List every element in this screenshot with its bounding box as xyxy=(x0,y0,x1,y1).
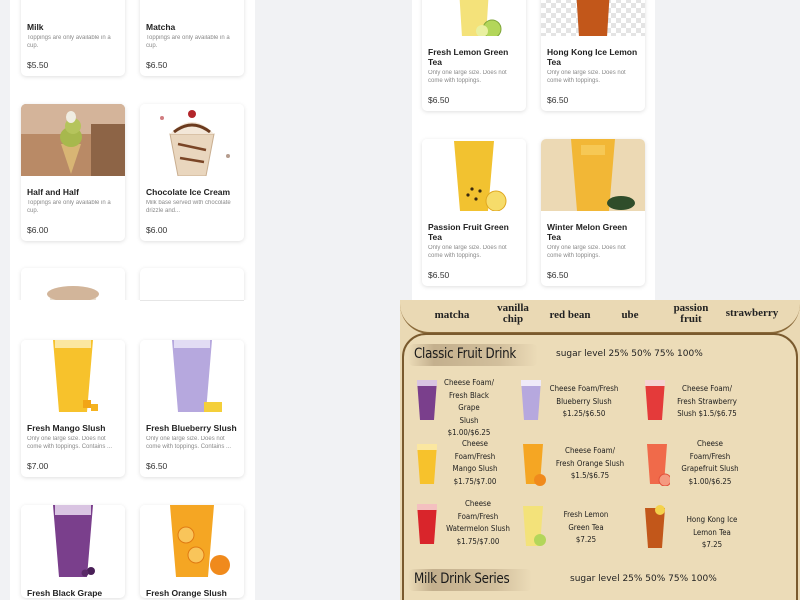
product-price: $5.50 xyxy=(27,60,49,70)
product-price: $6.50 xyxy=(146,461,168,471)
product-image-matcha xyxy=(140,0,244,11)
menu-item: Fresh Lemon Green Tea $7.25 xyxy=(563,510,609,544)
product-card-winter-melon-green-tea[interactable]: Winter Melon Green Tea Only one large si… xyxy=(541,139,645,286)
product-image-milk xyxy=(21,0,125,11)
product-image-fresh-blueberry-slush xyxy=(140,340,244,412)
menu-item: Cheese Foam/Fresh Orange Slush $1.5/$6.75 xyxy=(555,446,625,480)
product-image-fresh-black-grape xyxy=(21,505,125,577)
drink-cup-icon xyxy=(644,442,672,491)
topping-label: matcha xyxy=(434,309,470,321)
product-card-partial[interactable] xyxy=(140,268,244,300)
product-description: Only one large size. Does not come with … xyxy=(428,70,507,84)
menu-panel-slushes: Fresh Mango Slush Only one large size. D… xyxy=(0,300,400,600)
product-description: Only one large size. Does not come with … xyxy=(27,436,113,450)
section-title-milk-drink: Milk Drink Series xyxy=(414,571,510,587)
product-card-matcha[interactable]: Matcha Toppings are only available in a … xyxy=(140,0,244,76)
product-card-passion-fruit-green-tea[interactable]: Passion Fruit Green Tea Only one large s… xyxy=(422,139,526,286)
product-name: Hong Kong Ice Lemon Tea xyxy=(547,47,638,67)
product-price: $7.00 xyxy=(27,461,49,471)
product-description: Only one large size. Does not come with … xyxy=(547,245,626,259)
product-name: Matcha xyxy=(146,22,176,32)
menu-panel-fruit-tea: Fresh Lemon Green Tea Only one large siz… xyxy=(400,0,800,300)
product-image-winter-melon-green-tea xyxy=(541,139,645,211)
product-card-partial[interactable] xyxy=(21,268,125,300)
menu-item: Cheese Foam/Fresh Mango Slush $1.75/$7.00 xyxy=(452,439,498,486)
topping-label: vanilla chip xyxy=(497,302,529,325)
topping-label: red bean xyxy=(549,309,591,321)
product-card-fresh-mango-slush[interactable]: Fresh Mango Slush Only one large size. D… xyxy=(21,340,125,477)
product-card-hong-kong-ice-lemon-tea[interactable]: Hong Kong Ice Lemon Tea Only one large s… xyxy=(541,0,645,111)
product-name: Chocolate Ice Cream xyxy=(146,187,231,197)
product-price: $6.50 xyxy=(547,95,569,105)
product-name: Fresh Orange Slush xyxy=(146,588,227,598)
menu-item: Cheese Foam/Fresh Black Grape Slush $1.00/… xyxy=(444,378,494,437)
product-image-fresh-orange-slush xyxy=(140,505,244,577)
menu-board-photo: matcha vanilla chip red bean ube passion… xyxy=(400,300,800,600)
product-price: $6.50 xyxy=(428,95,450,105)
toppings-bar: matcha vanilla chip red bean ube passion… xyxy=(400,300,800,334)
menu-item: Cheese Foam/Fresh Blueberry Slush $1.25/$6… xyxy=(549,384,619,418)
product-name: Fresh Mango Slush xyxy=(27,423,106,433)
product-card-fresh-orange-slush[interactable]: Fresh Orange Slush xyxy=(140,505,244,598)
menu-item: Hong Kong Ice Lemon Tea $7.25 xyxy=(686,515,738,549)
product-price: $6.50 xyxy=(428,270,450,280)
product-card-milk[interactable]: Milk Toppings are only available in a cu… xyxy=(21,0,125,76)
product-image-chocolate-ice-cream xyxy=(140,104,244,176)
product-description: Toppings are only available in a cup. xyxy=(146,35,230,49)
product-name: Milk xyxy=(27,22,44,32)
drink-cup-icon xyxy=(520,442,546,491)
menu-panel-milk-drinks: Milk Toppings are only available in a cu… xyxy=(0,0,400,300)
product-name: Passion Fruit Green Tea xyxy=(428,222,509,242)
product-price: $6.50 xyxy=(146,60,168,70)
product-card-chocolate-ice-cream[interactable]: Chocolate Ice Cream Milk base served wit… xyxy=(140,104,244,241)
product-image-half-and-half xyxy=(21,104,125,176)
product-price: $6.00 xyxy=(27,225,49,235)
product-description: Only one large size. Does not come with … xyxy=(547,70,626,84)
product-description: Milk base served with chocolate drizzle … xyxy=(146,200,231,214)
product-name: Winter Melon Green Tea xyxy=(547,222,628,242)
topping-label: ube xyxy=(621,309,639,321)
product-name: Fresh Blueberry Slush xyxy=(146,423,237,433)
product-name: Fresh Black Grape xyxy=(27,588,103,598)
topping-label: strawberry xyxy=(725,307,779,319)
product-description: Only one large size. Does not come with … xyxy=(146,436,232,450)
product-price: $6.50 xyxy=(547,270,569,280)
product-image-passion-fruit-green-tea xyxy=(422,139,526,211)
section-title-classic-fruit: Classic Fruit Drink xyxy=(414,346,517,362)
product-name: Fresh Lemon Green Tea xyxy=(428,47,509,67)
sugar-levels: sugar level 25% 50% 75% 100% xyxy=(556,349,703,359)
product-image-fresh-lemon-green-tea xyxy=(422,0,526,36)
topping-label: passion fruit xyxy=(673,302,709,325)
product-description: Toppings are only available in a cup. xyxy=(27,35,111,49)
drink-cup-icon xyxy=(414,442,440,491)
menu-item: Cheese Foam/Fresh Grapefruit Slush $1.00/$6… xyxy=(681,439,739,486)
drink-cup-icon xyxy=(414,502,440,551)
product-card-fresh-lemon-green-tea[interactable]: Fresh Lemon Green Tea Only one large siz… xyxy=(422,0,526,111)
product-price: $6.00 xyxy=(146,225,168,235)
product-card-fresh-blueberry-slush[interactable]: Fresh Blueberry Slush Only one large siz… xyxy=(140,340,244,477)
product-description: Toppings are only available in a cup. xyxy=(27,200,111,214)
product-description: Only one large size. Does not come with … xyxy=(428,245,507,259)
product-card-fresh-black-grape[interactable]: Fresh Black Grape xyxy=(21,505,125,598)
product-image-fresh-mango-slush xyxy=(21,340,125,412)
drink-cup-icon xyxy=(414,378,440,427)
drink-cup-icon xyxy=(642,378,668,427)
sugar-levels: sugar level 25% 50% 75% 100% xyxy=(570,574,717,584)
menu-item: Cheese Foam/Fresh Watermelon Slush $1.75/$7… xyxy=(446,499,510,546)
product-image-hong-kong-ice-lemon-tea xyxy=(541,0,645,36)
drink-cup-icon xyxy=(642,502,668,555)
drink-cup-icon xyxy=(518,378,544,427)
divider xyxy=(140,300,244,301)
drink-cup-icon xyxy=(520,504,546,553)
product-card-half-and-half[interactable]: Half and Half Toppings are only availabl… xyxy=(21,104,125,241)
product-name: Half and Half xyxy=(27,187,79,197)
product-image-partial xyxy=(21,268,125,300)
menu-item: Cheese Foam/Fresh Strawberry Slush $1.5/$… xyxy=(677,384,737,418)
